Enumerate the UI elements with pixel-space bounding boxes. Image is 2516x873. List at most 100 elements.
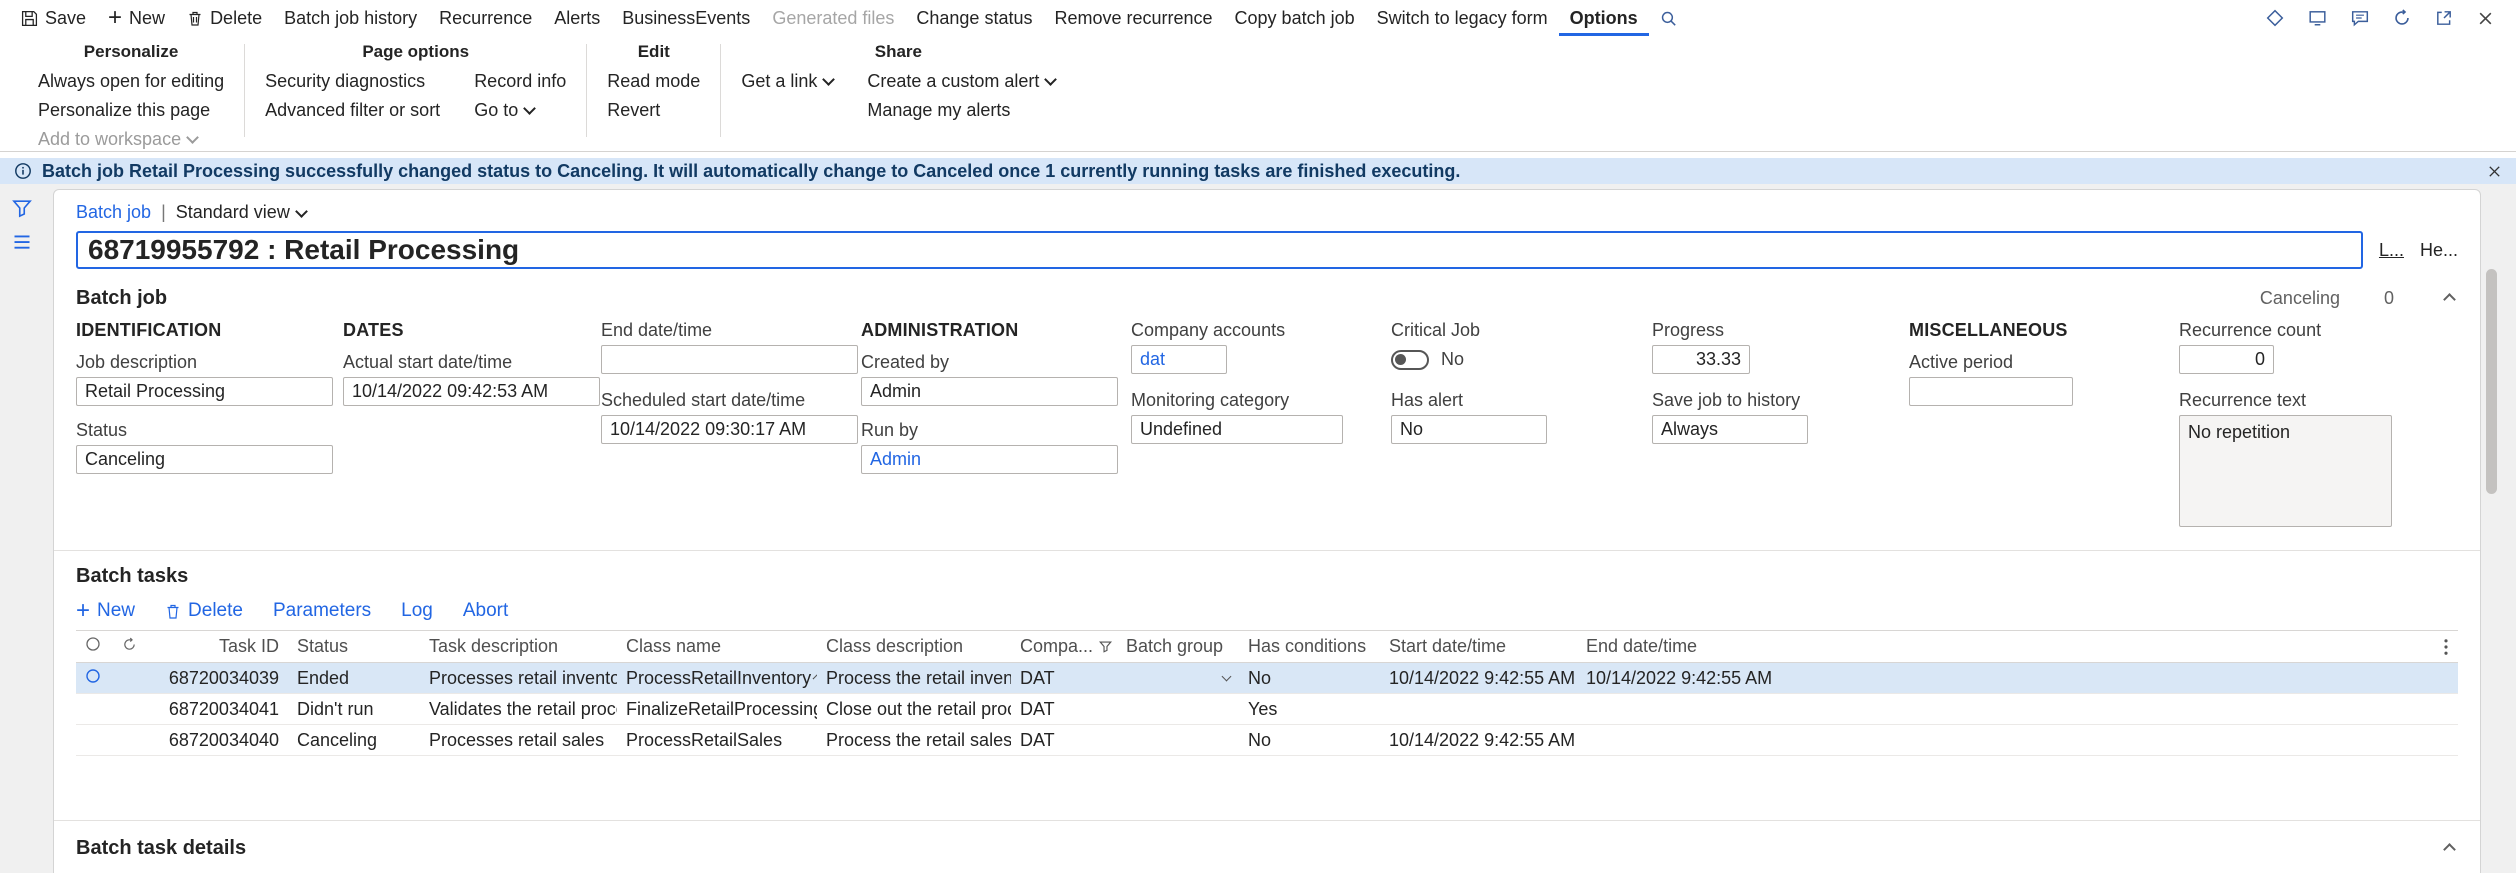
chat-icon[interactable] (2351, 9, 2369, 27)
column-header-status[interactable]: Status (288, 630, 420, 663)
filter-pane-icon[interactable] (12, 198, 32, 223)
diamond-icon[interactable] (2266, 9, 2284, 27)
column-header-class-name[interactable]: Class name (617, 630, 817, 663)
column-header-company[interactable]: Compa... (1011, 630, 1117, 663)
job-description-field[interactable] (76, 377, 333, 406)
status-cell[interactable]: Didn't run (288, 693, 420, 725)
header-button[interactable]: He... (2420, 240, 2458, 261)
progress-field[interactable] (1652, 345, 1750, 374)
close-icon[interactable] (2477, 10, 2494, 27)
company-cell[interactable]: DAT (1011, 724, 1117, 756)
recurrence-button[interactable]: Recurrence (428, 0, 543, 36)
new-button[interactable]: + New (97, 0, 176, 36)
task-description-cell[interactable]: Processes retail sales (420, 724, 617, 756)
actual-start-field[interactable] (343, 377, 600, 406)
recurrence-text-field[interactable]: No repetition (2179, 415, 2392, 527)
table-row[interactable]: 68720034040 Canceling Processes retail s… (76, 724, 2458, 756)
class-description-cell[interactable]: Process the retail inventory (817, 662, 1011, 694)
manage-my-alerts-button[interactable]: Manage my alerts (867, 100, 1055, 121)
security-diagnostics-button[interactable]: Security diagnostics (265, 71, 440, 92)
batch-group-cell[interactable] (1117, 693, 1239, 725)
start-cell[interactable]: 10/14/2022 9:42:55 AM (1380, 662, 1577, 694)
has-conditions-cell[interactable]: No (1239, 662, 1380, 694)
scheduled-start-field[interactable] (601, 415, 858, 444)
abort-button[interactable]: Abort (463, 600, 508, 622)
table-row[interactable]: 68720034041 Didn't run Validates the ret… (76, 693, 2458, 725)
column-header-end[interactable]: End date/time (1577, 630, 1774, 663)
advanced-filter-or-sort-button[interactable]: Advanced filter or sort (265, 100, 440, 121)
task-description-cell[interactable]: Validates the retail process (420, 693, 617, 725)
remove-recurrence-button[interactable]: Remove recurrence (1043, 0, 1223, 36)
breadcrumb-entity-link[interactable]: Batch job (76, 202, 151, 223)
has-conditions-cell[interactable]: Yes (1239, 693, 1380, 725)
business-events-button[interactable]: BusinessEvents (611, 0, 761, 36)
company-accounts-field[interactable] (1131, 345, 1227, 374)
column-header-class-description[interactable]: Class description (817, 630, 1011, 663)
batch-task-details-header[interactable]: Batch task details (54, 820, 2480, 873)
task-id-cell[interactable]: 68720034040 (152, 724, 288, 756)
created-by-field[interactable] (861, 377, 1118, 406)
revert-button[interactable]: Revert (607, 100, 700, 121)
lines-button[interactable]: L... (2379, 240, 2404, 261)
has-alert-field[interactable] (1391, 415, 1547, 444)
start-cell[interactable] (1380, 693, 1577, 725)
save-job-to-history-field[interactable] (1652, 415, 1808, 444)
has-conditions-cell[interactable]: No (1239, 724, 1380, 756)
open-new-window-icon[interactable] (2435, 9, 2453, 27)
company-cell[interactable]: DAT (1011, 662, 1117, 694)
column-header-has-conditions[interactable]: Has conditions (1239, 630, 1380, 663)
batch-group-cell[interactable] (1117, 662, 1239, 694)
batch-group-cell[interactable] (1117, 724, 1239, 756)
task-list-icon[interactable] (12, 232, 32, 257)
end-cell[interactable]: 10/14/2022 9:42:55 AM (1577, 662, 1774, 694)
end-cell[interactable] (1577, 724, 1774, 756)
record-info-button[interactable]: Record info (474, 71, 566, 92)
class-description-cell[interactable]: Process the retail sales (817, 724, 1011, 756)
run-by-field[interactable] (861, 445, 1118, 474)
task-description-cell[interactable]: Processes retail inventory (420, 662, 617, 694)
start-cell[interactable]: 10/14/2022 9:42:55 AM (1380, 724, 1577, 756)
task-id-cell[interactable]: 68720034041 (152, 693, 288, 725)
monitoring-category-field[interactable] (1131, 415, 1343, 444)
copy-batch-job-button[interactable]: Copy batch job (1224, 0, 1366, 36)
chevron-up-icon[interactable] (2443, 843, 2456, 856)
switch-to-legacy-form-button[interactable]: Switch to legacy form (1366, 0, 1559, 36)
log-button[interactable]: Log (401, 600, 433, 622)
message-close-icon[interactable] (2487, 164, 2502, 179)
save-button[interactable]: Save (10, 0, 97, 36)
batch-tasks-section-header[interactable]: Batch tasks (54, 551, 2480, 588)
end-datetime-field[interactable] (601, 345, 858, 374)
end-cell[interactable] (1577, 693, 1774, 725)
scrollbar-thumb[interactable] (2486, 269, 2497, 494)
alerts-button[interactable]: Alerts (543, 0, 611, 36)
company-cell[interactable]: DAT (1011, 693, 1117, 725)
select-all-header[interactable] (76, 630, 113, 663)
row-select-cell[interactable] (76, 724, 113, 756)
task-id-cell[interactable]: 68720034039 (152, 662, 288, 694)
personalize-this-page-button[interactable]: Personalize this page (38, 100, 224, 121)
search-button[interactable] (1649, 0, 1688, 36)
row-select-cell[interactable] (76, 693, 113, 725)
column-header-start[interactable]: Start date/time (1380, 630, 1577, 663)
grid-new-button[interactable]: + New (76, 599, 135, 623)
class-name-cell[interactable]: ProcessRetailSales (617, 724, 817, 756)
get-a-link-button[interactable]: Get a link (741, 71, 836, 92)
critical-job-toggle[interactable]: No (1391, 345, 1547, 374)
read-mode-button[interactable]: Read mode (607, 71, 700, 92)
batch-job-history-button[interactable]: Batch job history (273, 0, 428, 36)
table-row[interactable]: 68720034039 Ended Processes retail inven… (76, 662, 2458, 694)
batch-job-fasttab-header[interactable]: Batch job Canceling 0 (54, 281, 2480, 314)
active-period-field[interactable] (1909, 377, 2073, 406)
create-a-custom-alert-button[interactable]: Create a custom alert (867, 71, 1058, 92)
class-name-cell[interactable]: FinalizeRetailProcessing (617, 693, 817, 725)
column-header-task-id[interactable]: Task ID (152, 630, 288, 663)
record-title-input[interactable]: 68719955792 : Retail Processing (76, 231, 2363, 269)
grid-delete-button[interactable]: Delete (165, 600, 243, 622)
chevron-down-icon[interactable] (1221, 671, 1232, 682)
class-description-cell[interactable]: Close out the retail proce... (817, 693, 1011, 725)
options-tab[interactable]: Options (1558, 0, 1649, 36)
always-open-for-editing-button[interactable]: Always open for editing (38, 71, 224, 92)
column-options-header[interactable] (1774, 630, 2458, 663)
refresh-icon[interactable] (2393, 9, 2411, 27)
status-cell[interactable]: Ended (288, 662, 420, 694)
